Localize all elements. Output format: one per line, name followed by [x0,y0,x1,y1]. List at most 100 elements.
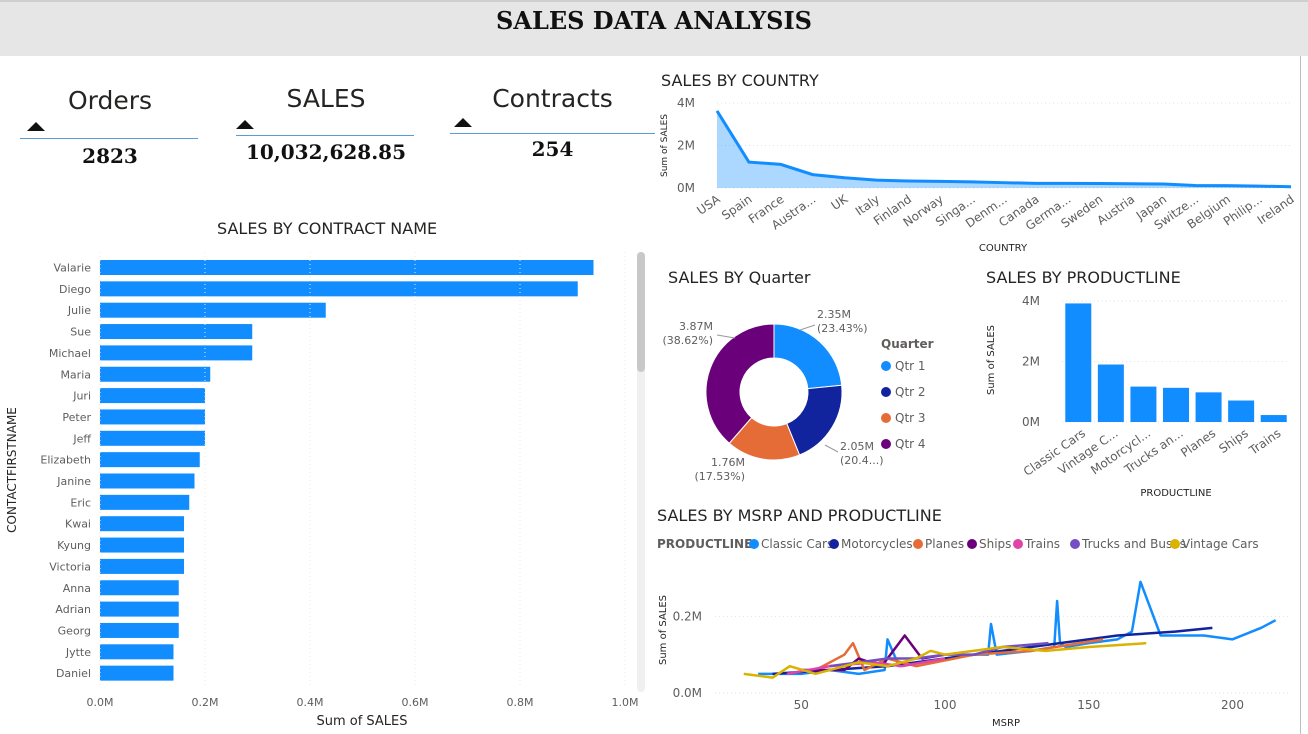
country-chart-title: SALES BY COUNTRY [661,71,819,90]
legend-marker [829,539,839,549]
y-tick-label: 0M [677,181,695,195]
category-label: Michael [49,347,91,360]
msrp-chart[interactable]: PRODUCTLINE Classic Cars Motorcycles Planes… [650,528,1300,734]
legend-label: Qtr 2 [895,385,926,399]
contact-chart-scrollbar[interactable] [637,252,645,692]
legend-marker [881,361,891,371]
legend-marker [1013,539,1023,549]
bar [1260,415,1287,422]
category-label: Daniel [56,667,91,680]
bar [100,345,253,361]
leader-line [799,324,816,331]
category-label: Julie [67,304,91,317]
y-tick-label: 4M [677,96,695,110]
slice-pct-label: (38.62%) [662,334,713,347]
up-arrow-icon [454,118,472,127]
x-tick-label: 0.6M [402,696,429,709]
kpi-orders[interactable]: Orders 2823 [20,84,200,174]
legend-label: Ships [979,537,1011,551]
kpi-divider [236,135,414,136]
bar [100,452,200,468]
slice-pct-label: (17.53%) [694,470,745,483]
kpi-sales-title: SALES [286,84,366,113]
country-chart[interactable]: 0M2M4MSum of SALESUSASpainFranceAustra..… [655,92,1300,257]
slice-value-label: 3.87M [679,320,713,333]
kpi-divider [20,138,198,139]
bar [100,366,211,382]
kpi-divider [450,133,655,134]
category-label: Adrian [55,603,91,616]
x-tick-label: 100 [934,698,957,712]
category-label: Eric [70,496,91,509]
category-label: Diego [59,283,91,296]
kpi-sales[interactable]: SALES 10,032,628.85 [236,84,416,174]
legend-label: Qtr 1 [895,359,926,373]
slice-pct-label: (20.4...) [840,454,884,467]
leader-line [716,334,736,339]
x-tick-label: Ships [1216,426,1251,456]
y-axis-label: Sum of SALES [660,114,670,177]
slice-pct-label: (23.43%) [817,322,868,335]
category-label: Kwai [65,518,91,531]
x-tick-label: UK [829,191,852,213]
bar [100,601,179,617]
bar [100,281,578,297]
msrp-chart-title: SALES BY MSRP AND PRODUCTLINE [657,506,942,525]
legend-marker [749,539,759,549]
legend-marker [913,539,923,549]
leader-line [824,444,839,453]
x-tick-label: 50 [794,698,809,712]
bar [100,324,253,340]
kpi-orders-value: 2823 [82,144,138,168]
x-tick-label: 150 [1077,698,1100,712]
x-tick-label: USA [694,192,723,218]
quarter-chart-title: SALES BY Quarter [668,268,811,287]
category-label: Jytte [65,646,91,659]
x-tick-label: 200 [1221,698,1244,712]
scrollbar-thumb[interactable] [637,252,645,372]
contact-chart[interactable]: Valarie Diego Julie Sue Michael Maria Juri Pete… [0,240,640,734]
bar [100,260,594,275]
kpi-sales-value: 10,032,628.85 [245,140,407,164]
bar [1097,364,1124,422]
x-axis-label: Sum of SALES [316,714,407,729]
y-tick-label: 0.2M [673,609,702,623]
panel-edge [1300,56,1308,734]
x-tick-label: Ireland [1255,192,1297,227]
slice-value-label: 1.76M [711,456,745,469]
productline-chart[interactable]: 0M2M4MSum of SALESClassic CarsVintage C.… [980,290,1300,505]
x-tick-label: 0.4M [297,696,324,709]
bar [1130,386,1157,422]
bar [100,622,179,638]
x-tick-label: Trains [1246,426,1284,458]
legend-marker [967,539,977,549]
bar [100,644,174,660]
legend-label: Motorcycles [841,537,913,551]
legend-label: Classic Cars [761,537,833,551]
y-axis-label: Sum of SALES [986,325,997,395]
bar [100,409,205,425]
up-arrow-icon [236,120,254,129]
legend-label: Vintage Cars [1182,537,1259,551]
kpi-contracts[interactable]: Contracts 254 [450,84,655,174]
legend-label: Trains [1024,537,1060,551]
category-label: Kyung [57,539,91,552]
x-axis-label: COUNTRY [979,243,1028,254]
productline-chart-title: SALES BY PRODUCTLINE [986,268,1181,287]
bar [100,494,190,510]
x-tick-label: Planes [1178,426,1218,460]
x-tick-label: 0.2M [192,696,219,709]
x-tick-label: 0.0M [87,696,114,709]
quarter-chart[interactable]: 2.35M(23.43%) 2.05M(20.4...) 1.76M(17.53%)… [655,290,955,500]
category-label: Valarie [53,262,91,275]
bar [100,665,174,681]
y-tick-label: 0M [1022,415,1040,429]
bar [1065,303,1092,422]
bar [100,388,205,404]
sales-area [717,110,1291,188]
header-banner: SALES DATA ANALYSIS [0,0,1308,56]
y-axis-label: Sum of SALES [658,595,669,665]
bar [100,430,205,446]
legend-label: Qtr 4 [895,437,926,451]
category-label: Sue [70,326,91,339]
